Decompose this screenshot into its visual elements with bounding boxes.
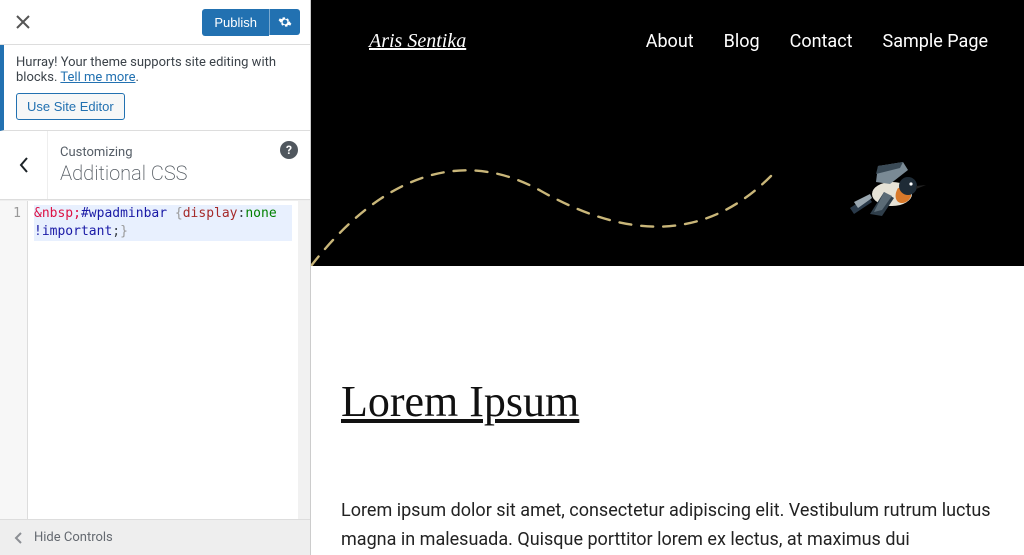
code-token: none	[245, 206, 276, 221]
hide-controls-button[interactable]: Hide Controls	[0, 519, 310, 555]
notice-dot: .	[135, 70, 138, 85]
back-button[interactable]	[0, 131, 48, 199]
publish-settings-button[interactable]	[269, 9, 300, 35]
nav-item-blog[interactable]: Blog	[724, 31, 760, 52]
bird-illustration	[848, 158, 932, 218]
css-editor[interactable]: 1 &nbsp;#wpadminbar {display:none !impor…	[0, 200, 310, 519]
nav-item-contact[interactable]: Contact	[790, 31, 853, 52]
page-body-text: Lorem ipsum dolor sit amet, consectetur …	[341, 497, 994, 555]
code-gutter: 1	[0, 201, 28, 519]
hide-controls-label: Hide Controls	[34, 530, 113, 545]
close-icon	[16, 15, 30, 29]
customizer-sidebar: Publish Hurray! Your theme supports site…	[0, 0, 311, 555]
line-number: 1	[0, 205, 21, 223]
code-textarea[interactable]: &nbsp;#wpadminbar {display:none !importa…	[28, 201, 298, 519]
nav-item-sample-page[interactable]: Sample Page	[883, 31, 988, 52]
hero-section: Aris Sentika About Blog Contact Sample P…	[311, 0, 1024, 266]
gear-icon	[278, 15, 292, 29]
site-brand[interactable]: Aris Sentika	[369, 30, 466, 53]
site-preview: Aris Sentika About Blog Contact Sample P…	[311, 0, 1024, 555]
help-button[interactable]: ?	[280, 141, 298, 159]
close-button[interactable]	[0, 0, 45, 45]
chevron-left-icon	[19, 157, 29, 173]
notice-text: Hurray! Your theme supports site editing…	[16, 55, 276, 85]
help-icon: ?	[286, 143, 292, 157]
code-token: #wpadminbar	[81, 206, 167, 221]
section-header: Customizing Additional CSS ?	[0, 131, 310, 200]
page-content: Lorem Ipsum Lorem ipsum dolor sit amet, …	[311, 266, 1024, 555]
customizer-top-bar: Publish	[0, 0, 310, 45]
notice-link[interactable]: Tell me more	[60, 70, 135, 85]
site-editor-notice: Hurray! Your theme supports site editing…	[0, 45, 310, 131]
code-token: &nbsp;	[34, 206, 81, 221]
section-title: Additional CSS	[60, 160, 298, 186]
use-site-editor-button[interactable]: Use Site Editor	[16, 93, 125, 120]
code-token: }	[120, 224, 128, 239]
page-title: Lorem Ipsum	[341, 376, 994, 427]
code-token: ;	[112, 224, 120, 239]
primary-nav: About Blog Contact Sample Page	[646, 31, 988, 52]
publish-button[interactable]: Publish	[202, 9, 269, 36]
section-pre-title: Customizing	[60, 145, 298, 160]
chevron-left-icon	[12, 531, 26, 545]
editor-scrollbar[interactable]	[298, 201, 310, 519]
code-token: {	[167, 206, 183, 221]
publish-group: Publish	[202, 9, 300, 36]
nav-item-about[interactable]: About	[646, 31, 694, 52]
code-token: display	[183, 206, 238, 221]
